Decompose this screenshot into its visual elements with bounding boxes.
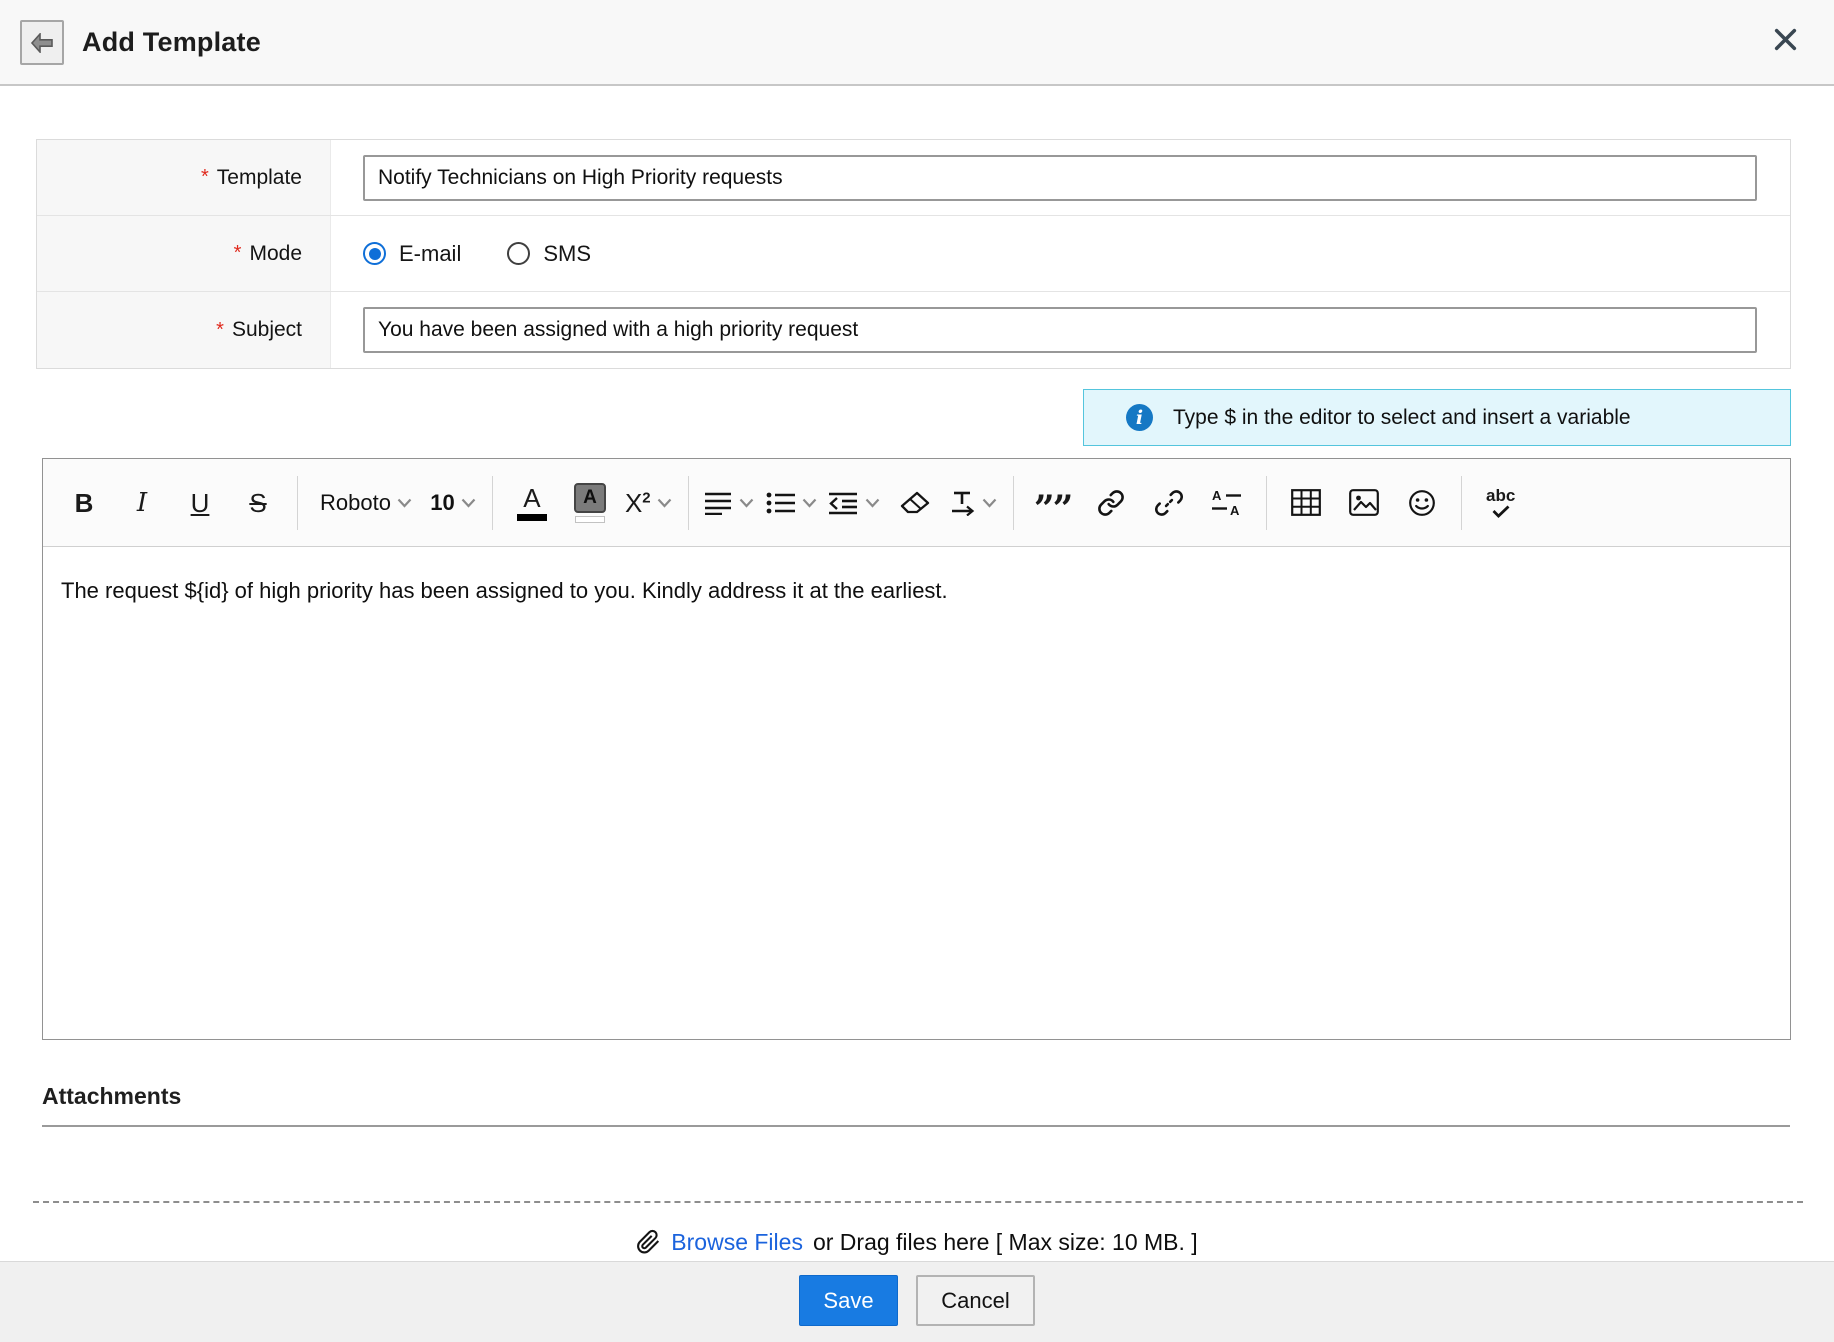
- text-direction-button[interactable]: [950, 474, 997, 532]
- email-radio-option[interactable]: E-mail: [363, 241, 461, 267]
- sms-radio-option[interactable]: SMS: [507, 241, 591, 267]
- dialog-footer: Save Cancel: [0, 1261, 1834, 1342]
- email-radio[interactable]: [363, 242, 386, 265]
- required-marker: *: [200, 166, 209, 188]
- attachments-divider: [42, 1125, 1790, 1127]
- font-size-select[interactable]: 10: [430, 474, 476, 532]
- variable-hint-text: Type $ in the editor to select and inser…: [1173, 405, 1631, 429]
- link-icon: [1097, 489, 1125, 517]
- svg-text:A: A: [1230, 503, 1240, 516]
- spellcheck-button[interactable]: abc: [1478, 474, 1524, 532]
- line-height-icon: AA: [1211, 489, 1242, 516]
- toolbar-divider: [491, 475, 493, 530]
- page-title: Add Template: [82, 27, 261, 57]
- font-color-button[interactable]: A: [509, 474, 555, 532]
- editor-toolbar: B I U S Roboto 10 A A X2 ”” A A abc: [43, 459, 1790, 547]
- dialog-header: Add Template: [0, 0, 1834, 86]
- template-name-input[interactable]: [363, 154, 1757, 201]
- font-color-icon: A: [516, 485, 547, 521]
- subject-row: * Subject: [37, 292, 1790, 368]
- chevron-down-icon: [865, 498, 880, 508]
- text-direction-icon: [950, 490, 976, 516]
- back-button[interactable]: [20, 20, 64, 65]
- email-radio-label: E-mail: [399, 240, 462, 266]
- browse-files-link[interactable]: Browse Files: [671, 1229, 803, 1256]
- highlight-color-button[interactable]: A: [567, 474, 613, 532]
- toolbar-divider: [1265, 475, 1267, 530]
- chevron-down-icon: [982, 498, 997, 508]
- paperclip-icon: [636, 1229, 661, 1255]
- toolbar-divider: [687, 475, 689, 530]
- superscript-icon: X2: [624, 487, 651, 518]
- strikethrough-button[interactable]: S: [235, 474, 281, 532]
- upload-zone: Browse Files or Drag files here [ Max si…: [0, 1224, 1834, 1260]
- toolbar-divider: [1460, 475, 1462, 530]
- toolbar-divider: [297, 475, 298, 530]
- emoji-icon: [1408, 489, 1436, 517]
- underline-button[interactable]: U: [177, 474, 223, 532]
- required-marker: *: [233, 242, 242, 264]
- mode-radio-group: E-mail SMS: [363, 241, 591, 267]
- chevron-down-icon: [657, 498, 672, 508]
- list-button[interactable]: [766, 474, 817, 532]
- unlink-button[interactable]: [1146, 474, 1192, 532]
- font-family-select[interactable]: Roboto: [314, 474, 418, 532]
- highlight-color-icon: A: [573, 482, 606, 523]
- chevron-down-icon: [739, 498, 754, 508]
- mode-row: * Mode E-mail SMS: [37, 216, 1790, 292]
- insert-emoji-button[interactable]: [1399, 474, 1445, 532]
- svg-text:A: A: [1212, 489, 1222, 503]
- required-marker: *: [216, 318, 224, 341]
- eraser-icon: [900, 491, 930, 515]
- save-button[interactable]: Save: [799, 1275, 898, 1326]
- drag-files-text: or Drag files here [ Max size: 10 MB. ]: [812, 1228, 1198, 1255]
- variable-hint-banner: i Type $ in the editor to select and ins…: [1083, 389, 1791, 446]
- outdent-icon: [828, 491, 859, 515]
- insert-table-button[interactable]: [1283, 474, 1329, 532]
- sms-radio-label: SMS: [543, 240, 592, 266]
- template-label: * Template: [37, 140, 331, 215]
- back-arrow-icon: [30, 32, 54, 53]
- insert-image-button[interactable]: [1341, 474, 1387, 532]
- indent-button[interactable]: [828, 474, 880, 532]
- link-button[interactable]: [1088, 474, 1134, 532]
- image-icon: [1348, 489, 1379, 516]
- bold-button[interactable]: B: [61, 474, 107, 532]
- chevron-down-icon: [802, 498, 817, 508]
- sms-radio[interactable]: [507, 242, 531, 265]
- subject-input[interactable]: [363, 307, 1757, 353]
- upload-zone-divider: [33, 1201, 1803, 1203]
- toolbar-divider: [1012, 475, 1014, 530]
- info-icon: i: [1126, 404, 1153, 431]
- chevron-down-icon: [397, 498, 412, 508]
- italic-button[interactable]: I: [119, 474, 165, 532]
- cancel-button[interactable]: Cancel: [916, 1275, 1035, 1326]
- superscript-button[interactable]: X2: [625, 474, 672, 532]
- template-form: * Template * Mode E-mail SMS: [36, 139, 1791, 369]
- clear-format-button[interactable]: [892, 474, 938, 532]
- attachments-heading: Attachments: [42, 1083, 182, 1109]
- table-icon: [1290, 489, 1321, 516]
- align-button[interactable]: [704, 474, 754, 532]
- close-icon[interactable]: [1772, 26, 1798, 52]
- template-name-row: * Template: [37, 140, 1790, 216]
- mode-label: * Mode: [37, 216, 331, 291]
- spellcheck-icon: abc: [1486, 487, 1515, 518]
- line-height-button[interactable]: AA: [1204, 474, 1250, 532]
- blockquote-icon: ””: [1033, 487, 1073, 530]
- blockquote-button[interactable]: ””: [1030, 474, 1076, 532]
- unlink-icon: [1154, 489, 1183, 517]
- subject-label: * Subject: [37, 292, 331, 368]
- editor-content[interactable]: The request ${id} of high priority has b…: [43, 547, 1790, 1039]
- align-icon: [704, 491, 733, 515]
- rich-text-editor: B I U S Roboto 10 A A X2 ”” A A abc The …: [42, 458, 1791, 1040]
- bullet-list-icon: [766, 491, 796, 515]
- chevron-down-icon: [461, 498, 476, 508]
